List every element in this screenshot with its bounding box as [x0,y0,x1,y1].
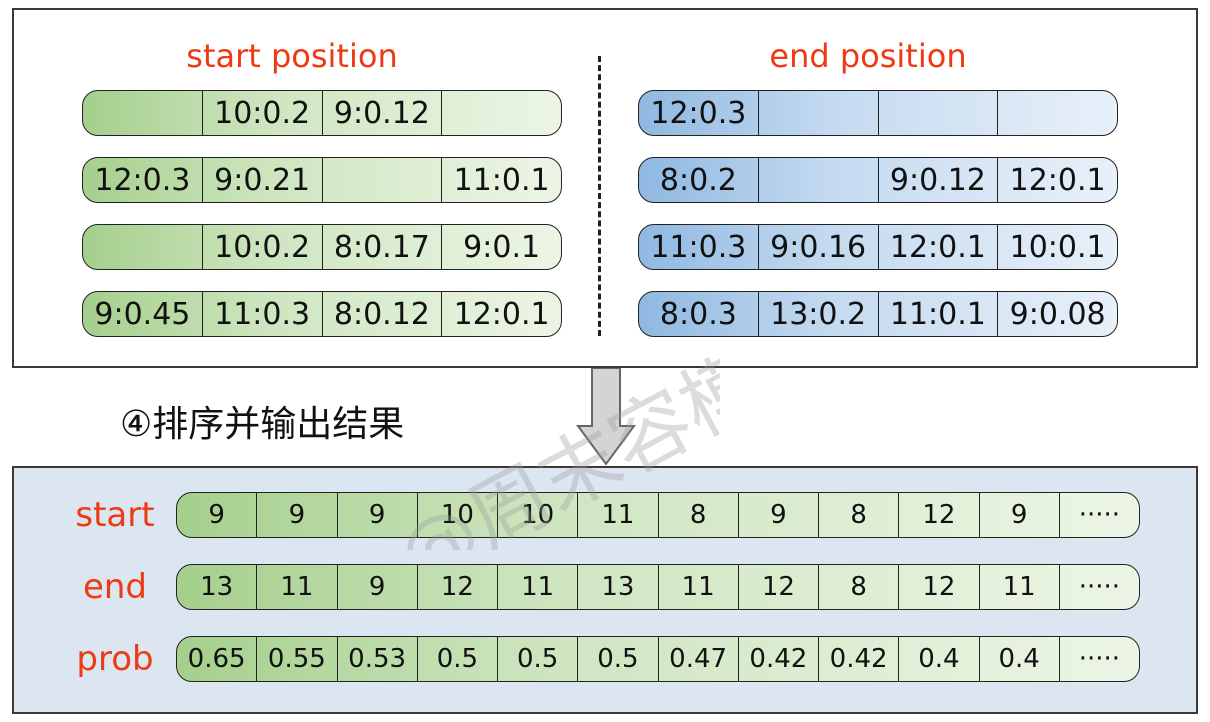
cell: 0.5 [577,637,657,681]
cell: ····· [1058,637,1139,681]
cell: 0.53 [336,637,417,681]
result-prob-pill: 0.65 0.55 0.53 0.5 0.5 0.5 0.47 0.42 0.42 0.4 0.4 ·… [176,636,1140,682]
cell: 11 [978,565,1059,609]
down-arrow-icon [576,368,636,466]
cell: 13 [577,565,657,609]
cell: 11 [256,565,336,609]
cell: 9:0.45 [94,296,191,332]
cell: 9:0.1 [441,225,561,269]
cell: 12:0.1 [877,225,998,269]
cell: 12:0.3 [94,162,191,198]
cell: 11:0.1 [441,158,561,202]
start_rows-1-pill: 12:0.3 9:0.21 11:0.1 [82,157,562,203]
cell: 8 [818,493,898,537]
cell: 11 [497,565,577,609]
cell: 8:0.2 [659,162,737,198]
cell [877,91,998,135]
cell: 10 [497,493,577,537]
result-start-label: start [75,495,155,535]
panel-divider [598,56,601,336]
end_rows-0-pill: 12:0.3 [638,90,1118,136]
cell: 0.47 [657,637,738,681]
cell: 9 [336,493,417,537]
cell: ····· [1058,565,1139,609]
cell: 8:0.17 [321,225,442,269]
cell: 11 [577,493,657,537]
cell: 11 [657,565,738,609]
cell: 9 [208,500,225,530]
cell [997,91,1117,135]
cell [83,91,202,135]
cell: 12:0.3 [650,95,747,131]
cell: 9 [978,493,1059,537]
cell: 9:0.12 [877,158,998,202]
cell: 0.42 [818,637,898,681]
cell: 0.65 [187,644,246,674]
cell: 0.4 [898,637,978,681]
cell [757,91,878,135]
cell: 11:0.3 [650,229,747,265]
cell: 10:0.2 [201,91,322,135]
result-prob-label: prob [76,639,154,679]
cell: 8 [657,493,738,537]
cell: 12 [416,565,497,609]
cell: 9:0.16 [757,225,878,269]
cell: 0.4 [978,637,1059,681]
step-label: ④排序并输出结果 [120,404,405,445]
cell: 0.5 [416,637,497,681]
cell: 9 [737,493,818,537]
result-start-pill: 9 9 9 10 10 11 8 9 8 12 9 ····· [176,492,1140,538]
cell: 9:0.12 [321,91,442,135]
cell: 8:0.12 [321,292,442,336]
start_rows-3-pill: 9:0.45 11:0.3 8:0.12 12:0.1 [82,291,562,337]
cell: 12 [737,565,818,609]
start-position-title: start position [186,37,398,75]
cell [321,158,442,202]
cell: 8:0.3 [659,296,737,332]
end-position-title: end position [769,37,967,75]
start_rows-0-pill: 10:0.2 9:0.12 [82,90,562,136]
cell: 12 [898,493,978,537]
cell: 10:0.1 [997,225,1117,269]
cell: 12:0.1 [441,292,561,336]
cell: 11:0.1 [877,292,998,336]
end_rows-1-pill: 8:0.2 9:0.12 12:0.1 [638,157,1118,203]
end_rows-2-pill: 11:0.3 9:0.16 12:0.1 10:0.1 [638,224,1118,270]
cell: ····· [1058,493,1139,537]
cell: 12:0.1 [997,158,1117,202]
start_rows-2-pill: 10:0.2 8:0.17 9:0.1 [82,224,562,270]
cell: 10:0.2 [201,225,322,269]
cell [441,91,561,135]
cell: 10 [416,493,497,537]
cell: 13:0.2 [757,292,878,336]
cell: 9:0.21 [201,158,322,202]
cell: 9 [256,493,336,537]
cell: 9:0.08 [997,292,1117,336]
result-end-pill: 13 11 9 12 11 13 11 12 8 12 11 ····· [176,564,1140,610]
cell: 11:0.3 [201,292,322,336]
cell: 13 [200,572,234,602]
cell [757,158,878,202]
cell: 0.55 [256,637,336,681]
cell: 0.42 [737,637,818,681]
result-end-label: end [82,567,148,607]
cell: 0.5 [497,637,577,681]
end_rows-3-pill: 8:0.3 13:0.2 11:0.1 9:0.08 [638,291,1118,337]
cell: 9 [336,565,417,609]
cell: 8 [818,565,898,609]
cell: 12 [898,565,978,609]
cell [83,225,202,269]
